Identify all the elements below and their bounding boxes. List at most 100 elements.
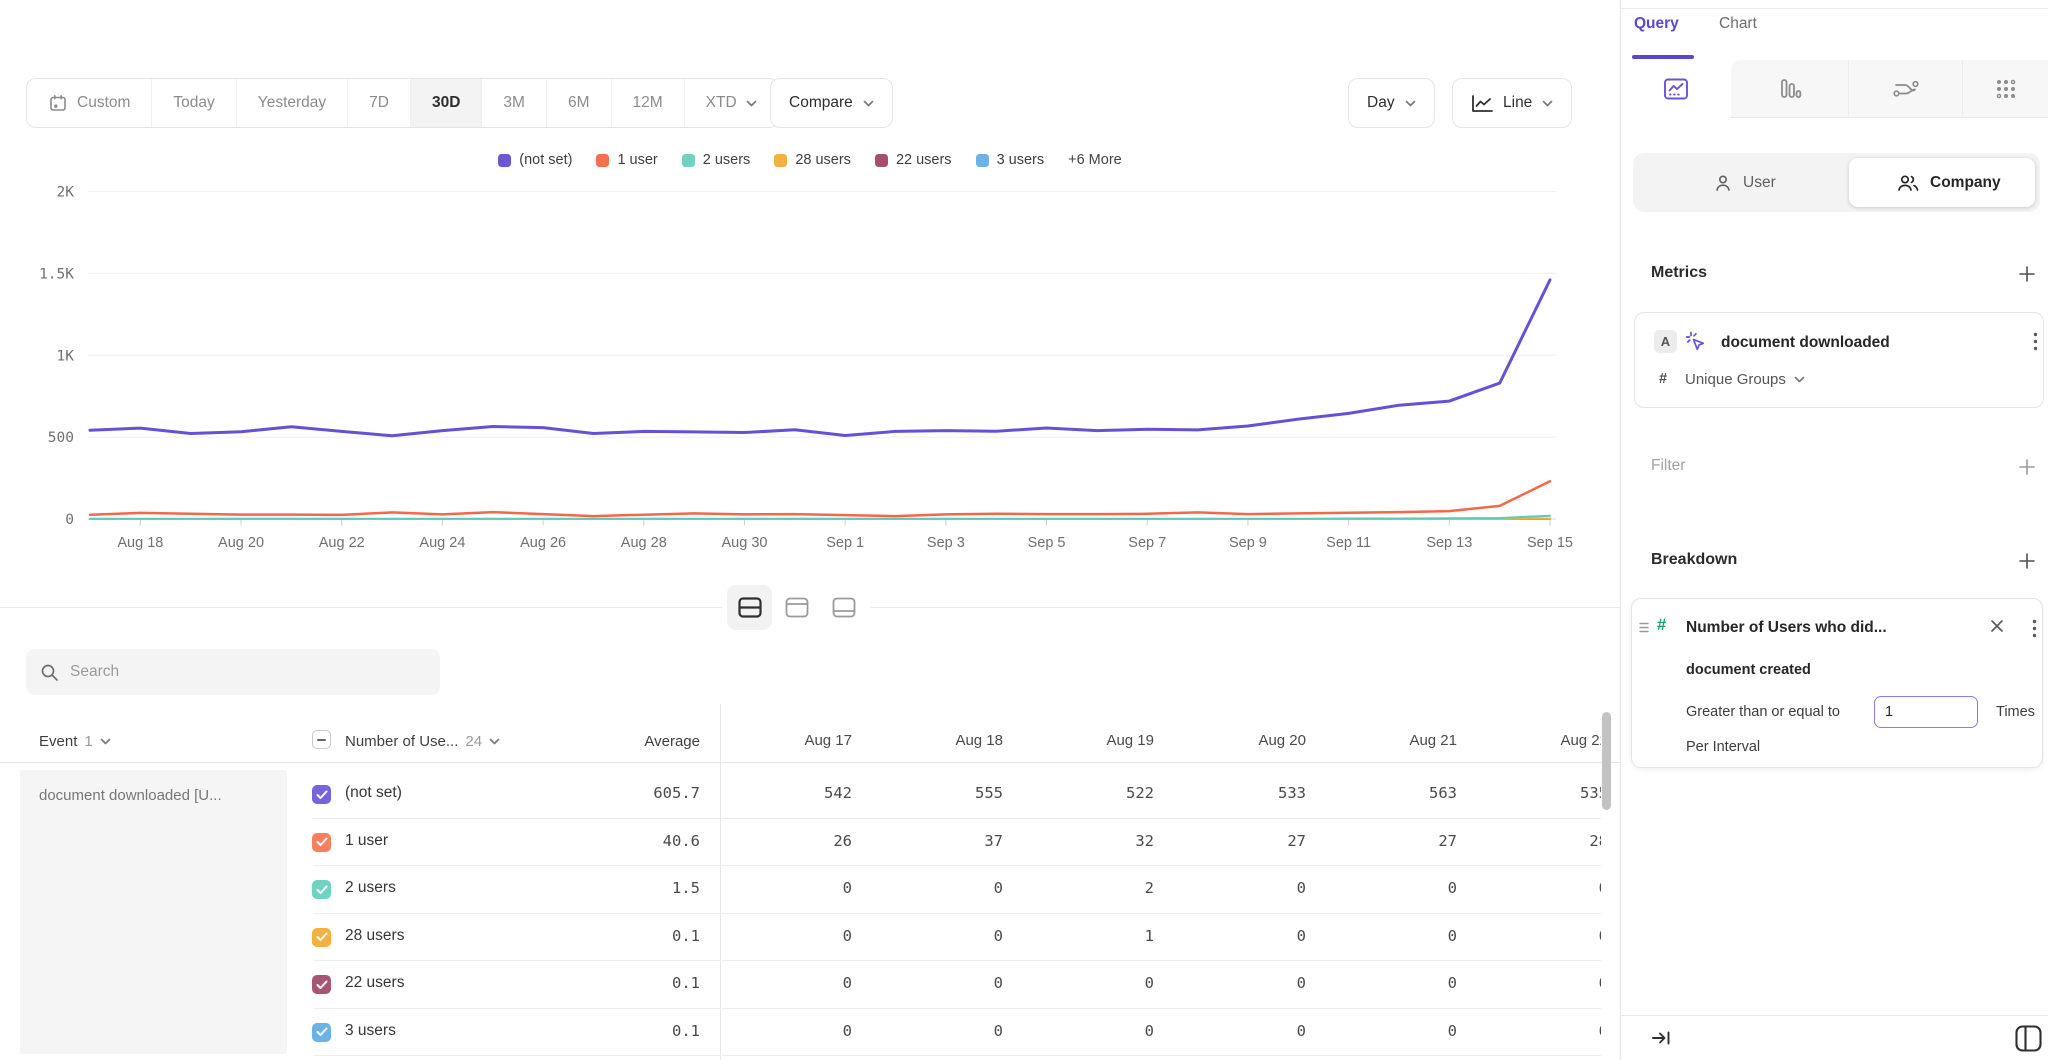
svg-text:Sep 3: Sep 3 — [927, 535, 965, 551]
cursor-click-icon — [1683, 329, 1708, 354]
average-value: 40.6 — [550, 832, 700, 850]
table-cell: 0 — [893, 1022, 1003, 1040]
select-all-checkbox[interactable] — [312, 730, 331, 749]
kebab-menu-icon[interactable] — [2033, 332, 2038, 351]
table-cell: 0 — [1347, 974, 1457, 992]
series-checkbox[interactable] — [312, 880, 331, 899]
layout-option-bottom-panel[interactable] — [821, 585, 866, 630]
event-row[interactable]: document downloaded [U... — [20, 770, 287, 1054]
condition-value-input[interactable] — [1874, 696, 1978, 728]
layout-option-top-panel[interactable] — [774, 585, 819, 630]
table-cell: 0 — [893, 879, 1003, 897]
table-cell: 0 — [1196, 879, 1306, 897]
top-panel-icon — [785, 597, 809, 618]
breakdown-property-selector[interactable]: Number of Users who did... — [1686, 619, 1887, 637]
bar-chart-icon — [1777, 76, 1803, 102]
granularity-button[interactable]: Day — [1348, 78, 1435, 128]
chevron-down-icon — [100, 738, 111, 745]
add-metric-button[interactable] — [2015, 262, 2039, 286]
row-separator — [313, 818, 1601, 819]
metric-event-selector[interactable]: document downloaded — [1721, 334, 1890, 352]
compare-button[interactable]: Compare — [770, 78, 893, 128]
drag-handle-icon[interactable] — [1639, 621, 1649, 634]
svg-text:Aug 18: Aug 18 — [117, 535, 163, 551]
aggregation-selector[interactable]: Unique Groups — [1685, 371, 1805, 388]
collapse-panel-icon[interactable] — [1651, 1029, 1671, 1047]
series-checkbox[interactable] — [312, 928, 331, 947]
layout-option-split-rows[interactable] — [727, 585, 772, 630]
svg-text:Sep 15: Sep 15 — [1527, 535, 1573, 551]
series-checkbox[interactable] — [312, 833, 331, 852]
panel-tab-chart[interactable]: Chart — [1719, 15, 1757, 33]
table-cell: 535 — [1498, 784, 1601, 802]
breakdown-column-header[interactable]: Number of Use... 24 — [345, 733, 500, 750]
viz-tab-bar-chart[interactable] — [1731, 60, 1848, 118]
range-option-yesterday[interactable]: Yesterday — [236, 79, 347, 127]
report-main-area: CustomTodayYesterday7D30D3M6M12MXTD Comp… — [0, 0, 1620, 1060]
search-box — [26, 649, 440, 695]
breakdown-column-count: 24 — [465, 733, 482, 750]
range-option-3m[interactable]: 3M — [481, 79, 546, 127]
company-option-label: Company — [1930, 174, 2001, 192]
range-option-xtd[interactable]: XTD — [684, 79, 778, 127]
table-cell: 2 — [1044, 879, 1154, 897]
date-column-header: Aug 21 — [1347, 732, 1457, 749]
kebab-menu-icon[interactable] — [2032, 619, 2037, 638]
table-cell: 0 — [1196, 974, 1306, 992]
close-icon[interactable] — [1990, 619, 2004, 633]
indeterminate-mark — [317, 739, 326, 741]
svg-text:Sep 5: Sep 5 — [1028, 535, 1066, 551]
table-cell: 0 — [1044, 1022, 1154, 1040]
add-filter-button[interactable] — [2015, 455, 2039, 479]
table-cell: 555 — [893, 784, 1003, 802]
table-cell: 27 — [1196, 832, 1306, 850]
search-input[interactable] — [70, 663, 426, 681]
row-separator — [313, 960, 1601, 961]
range-option-30d[interactable]: 30D — [410, 79, 481, 127]
panel-tab-query[interactable]: Query — [1634, 15, 1679, 33]
insights-line-icon — [1663, 76, 1689, 102]
chevron-down-icon — [489, 738, 500, 745]
bottom-panel-icon — [832, 597, 856, 618]
line-chart[interactable]: 05001K1.5K2KAug 18Aug 20Aug 22Aug 24Aug … — [0, 128, 1620, 560]
table-cell: 533 — [1196, 784, 1306, 802]
breakdown-event-name: document created — [1686, 662, 1811, 678]
series-checkbox[interactable] — [312, 975, 331, 994]
split-view-icon[interactable] — [2015, 1025, 2042, 1052]
users-icon — [1896, 173, 1920, 193]
vertical-scrollbar[interactable] — [1602, 712, 1611, 810]
viz-tab-insights-line[interactable] — [1621, 60, 1731, 118]
table-cell: 0 — [893, 927, 1003, 945]
add-breakdown-button[interactable] — [2015, 549, 2039, 573]
svg-text:1K: 1K — [57, 348, 75, 364]
table-cell: 28 — [1498, 832, 1601, 850]
table-cell: 0 — [1498, 927, 1601, 945]
range-option-12m[interactable]: 12M — [611, 79, 684, 127]
metric-card: A document downloaded # Unique Groups — [1634, 312, 2044, 408]
values-grid: Aug 17Aug 18Aug 19Aug 20Aug 21Aug 225425… — [720, 700, 1601, 1060]
series-checkbox[interactable] — [312, 785, 331, 804]
table-cell: 32 — [1044, 832, 1154, 850]
series-checkbox[interactable] — [312, 1023, 331, 1042]
range-option-today[interactable]: Today — [151, 79, 235, 127]
event-column-header[interactable]: Event 1 — [39, 733, 111, 750]
table-cell: 0 — [1196, 1022, 1306, 1040]
range-option-6m[interactable]: 6M — [546, 79, 611, 127]
date-column-header: Aug 22 — [1498, 732, 1601, 749]
table-cell: 542 — [742, 784, 852, 802]
chart-style-button[interactable]: Line — [1452, 78, 1572, 128]
range-option-custom[interactable]: Custom — [27, 79, 151, 127]
layout-toggle-group — [722, 580, 871, 635]
entity-option-company[interactable]: Company — [1896, 153, 2001, 212]
entity-option-user[interactable]: User — [1713, 153, 1776, 212]
viz-tab-flow-chart[interactable] — [1848, 60, 1962, 118]
date-column-header: Aug 20 — [1196, 732, 1306, 749]
svg-text:2K: 2K — [57, 185, 75, 201]
viz-tab-matrix-chart[interactable] — [1962, 60, 2048, 118]
entity-toggle: User Company — [1633, 153, 2040, 212]
trend-line-icon — [1471, 94, 1493, 113]
numeric-type-glyph: # — [1659, 371, 1667, 387]
svg-text:1.5K: 1.5K — [39, 266, 74, 282]
series-label: 22 users — [345, 974, 404, 992]
range-option-7d[interactable]: 7D — [347, 79, 410, 127]
